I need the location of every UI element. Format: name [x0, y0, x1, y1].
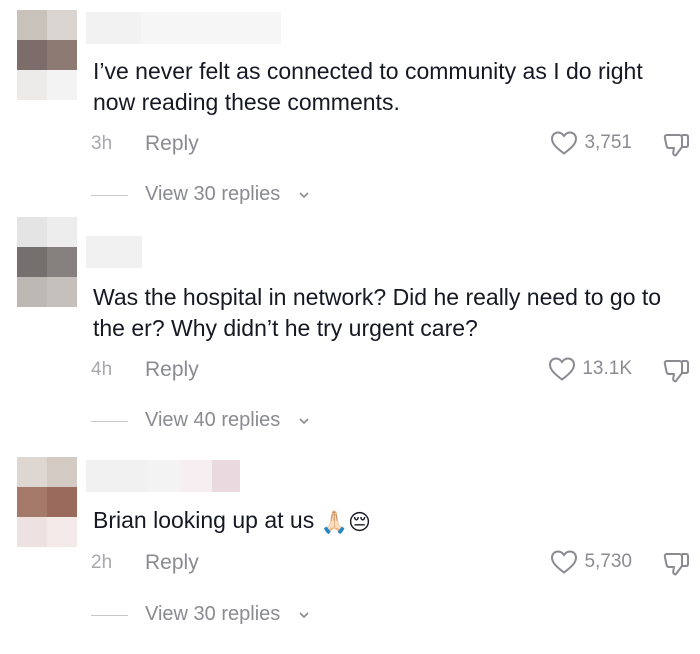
like-button[interactable]: 3,751 [550, 130, 632, 156]
comment-actions: 4h Reply 13.1K [91, 356, 691, 384]
thumbs-down-outline-icon[interactable] [661, 356, 691, 386]
comment-time: 3h [91, 133, 113, 154]
username-blurred[interactable] [86, 236, 142, 268]
heart-outline-icon [551, 131, 578, 155]
reply-button[interactable]: Reply [145, 358, 199, 382]
heart-outline-icon [549, 357, 576, 381]
chevron-down-icon [299, 418, 309, 425]
comment-text: Was the hospital in network? Did he real… [93, 284, 662, 341]
heart-outline-icon [551, 550, 578, 574]
like-button[interactable]: 13.1K [548, 356, 632, 382]
avatar[interactable] [17, 217, 77, 307]
view-replies-label[interactable]: View 30 replies [145, 183, 280, 206]
view-replies[interactable]: View 30 replies [91, 602, 491, 628]
pray-and-pensive-emoji: 🙏🏻😔 [320, 509, 371, 535]
like-count: 13.1K [582, 358, 632, 379]
view-replies-label[interactable]: View 40 replies [145, 409, 280, 432]
username-blurred[interactable] [86, 12, 281, 44]
comment-time: 2h [91, 552, 113, 573]
comment-text: I’ve never felt as connected to communit… [93, 58, 643, 115]
replies-divider [91, 195, 128, 196]
comment-time: 4h [91, 359, 113, 380]
view-replies[interactable]: View 40 replies [91, 408, 491, 434]
like-button[interactable]: 5,730 [550, 549, 632, 575]
view-replies-label[interactable]: View 30 replies [145, 603, 280, 626]
chevron-down-icon [299, 612, 309, 619]
comment-actions: 3h Reply 3,751 [91, 130, 691, 158]
avatar[interactable] [17, 457, 77, 547]
comment-text-body: Brian looking up at us [93, 507, 315, 533]
like-count: 5,730 [584, 551, 632, 572]
replies-divider [91, 615, 128, 616]
username-blurred[interactable] [86, 460, 240, 492]
replies-divider [91, 421, 128, 422]
like-count: 3,751 [584, 132, 632, 153]
view-replies[interactable]: View 30 replies [91, 182, 491, 208]
reply-button[interactable]: Reply [145, 551, 199, 575]
avatar[interactable] [17, 10, 77, 100]
thumbs-down-outline-icon[interactable] [661, 549, 691, 579]
reply-button[interactable]: Reply [145, 132, 199, 156]
comment-actions: 2h Reply 5,730 [91, 549, 691, 577]
chevron-down-icon [299, 192, 309, 199]
thumbs-down-outline-icon[interactable] [661, 130, 691, 160]
comment-text: Brian looking up at us 🙏🏻😔 [93, 505, 683, 537]
